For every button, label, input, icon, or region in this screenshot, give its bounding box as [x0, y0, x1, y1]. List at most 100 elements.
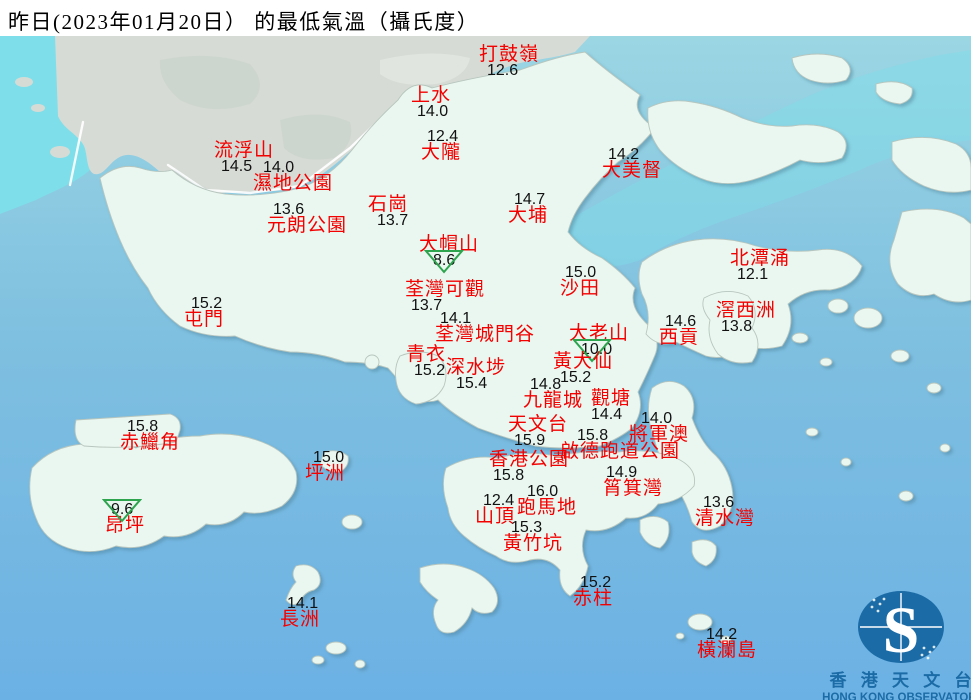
- station-value: 14.8: [530, 376, 562, 393]
- station-25: 香港公園 15.8: [489, 449, 570, 484]
- station-label: 屯門: [184, 309, 225, 330]
- station-11: 大帽山 8.6: [419, 235, 479, 274]
- station-value: 14.7: [514, 191, 546, 208]
- station-label: 大美督: [602, 160, 663, 181]
- station-label: 元朗公園: [267, 215, 348, 236]
- station-1: 上水 14.0: [411, 86, 451, 120]
- station-label: 橫瀾島: [697, 640, 758, 661]
- station-value: 12.4: [483, 492, 515, 509]
- station-label: 坪洲: [305, 463, 346, 484]
- station-label: 觀塘: [591, 388, 632, 409]
- station-value: 12.4: [427, 128, 459, 145]
- station-value: 12.1: [737, 266, 769, 283]
- station-12: 荃灣可觀 13.7: [405, 279, 486, 314]
- station-value: 15.0: [313, 449, 345, 466]
- station-value: 15.4: [456, 375, 488, 392]
- min-temp-triangle-icon: [424, 250, 464, 274]
- station-label: 天文台: [508, 414, 569, 435]
- station-label: 啟德跑道公園: [560, 441, 681, 462]
- station-label: 石崗: [368, 194, 409, 215]
- station-9: 北潭涌 12.1: [730, 248, 791, 283]
- station-8: 14.2 大美督: [602, 146, 663, 181]
- station-label: 流浮山: [214, 140, 275, 161]
- station-10: 15.0 沙田: [560, 264, 601, 299]
- station-13: 14.1 荃灣城門谷: [435, 310, 536, 345]
- station-label: 赤鱲角: [120, 432, 181, 453]
- station-label: 跑馬地: [517, 497, 578, 518]
- hko-logo-name-zh: 香 港 天 文 台: [829, 671, 971, 690]
- station-label: 荃灣可觀: [405, 279, 486, 300]
- station-label: 深水埗: [446, 357, 507, 378]
- station-label: 荃灣城門谷: [435, 324, 536, 345]
- station-value: 13.6: [703, 494, 735, 511]
- station-7: 14.7 大埔: [508, 191, 549, 226]
- station-label: 清水灣: [695, 508, 756, 529]
- station-value: 15.8: [493, 467, 525, 484]
- station-value: 13.8: [721, 318, 753, 335]
- station-37: 14.2 橫瀾島: [697, 627, 758, 661]
- station-label: 滘西洲: [716, 300, 777, 321]
- hko-logo-captions: 香 港 天 文 台 HONG KONG OBSERVATORY: [820, 588, 971, 700]
- station-value: 15.2: [191, 295, 223, 312]
- station-value: 14.1: [287, 595, 319, 612]
- station-label: 西貢: [659, 327, 700, 348]
- station-18: 14.8 九龍城: [523, 376, 584, 411]
- station-6: 石崗 13.7: [368, 194, 409, 229]
- station-36: 15.2 赤柱: [573, 574, 614, 609]
- station-value: 15.0: [565, 264, 597, 281]
- station-19: 觀塘 14.4: [591, 388, 632, 423]
- station-value: 15.8: [127, 418, 159, 435]
- station-value: 15.2: [580, 574, 612, 591]
- station-33: 15.0 坪洲: [305, 449, 346, 484]
- station-value: 14.4: [591, 406, 623, 423]
- station-value: 13.6: [273, 201, 305, 218]
- station-label: 青衣: [406, 344, 447, 365]
- station-21: 滘西洲 13.8: [716, 300, 777, 335]
- station-4: 14.0 濕地公園: [253, 159, 333, 194]
- station-value: 14.1: [440, 310, 472, 327]
- station-0: 打鼓嶺 12.6: [479, 44, 540, 79]
- station-label: 北潭涌: [730, 248, 791, 269]
- station-26: 14.9 筲箕灣: [603, 464, 664, 499]
- station-value: 16.0: [527, 483, 559, 500]
- station-label: 沙田: [560, 278, 601, 299]
- station-2: 12.4 大隴: [421, 128, 462, 163]
- station-30: 13.6 清水灣: [695, 494, 756, 529]
- station-31: 15.2 屯門: [184, 295, 225, 330]
- station-label: 香港公園: [489, 449, 570, 470]
- station-29: 15.3 黃竹坑: [503, 519, 564, 554]
- station-value: 14.2: [608, 146, 640, 163]
- station-14: 青衣 15.2: [406, 344, 447, 379]
- station-label: 長洲: [280, 609, 321, 630]
- station-label: 大埔: [508, 205, 549, 226]
- station-34: 9.6 昂坪: [102, 499, 145, 535]
- station-24: 15.8 啟德跑道公園: [560, 427, 681, 462]
- station-22: 天文台 15.9: [508, 414, 569, 449]
- station-value: 14.0: [263, 159, 295, 176]
- station-label: 黃大仙: [553, 351, 614, 372]
- station-5: 13.6 元朗公園: [267, 201, 348, 236]
- weather-map-screen: S 昨日(2023年01月20日） 的最低氣溫（攝氏度） 打鼓嶺 12.6 上水 14…: [0, 0, 971, 700]
- hko-logo-name-en: HONG KONG OBSERVATORY: [822, 692, 971, 700]
- station-27: 16.0 跑馬地: [517, 483, 578, 518]
- min-temp-triangle-icon: [102, 499, 142, 523]
- station-label: 筲箕灣: [603, 478, 664, 499]
- station-label: 打鼓嶺: [479, 44, 540, 65]
- station-label: 九龍城: [523, 390, 584, 411]
- station-label: 赤柱: [573, 588, 614, 609]
- station-value: 15.9: [514, 432, 546, 449]
- station-value: 15.8: [577, 427, 609, 444]
- station-15: 深水埗 15.4: [446, 357, 507, 392]
- station-value: 12.6: [487, 62, 519, 79]
- station-value: 15.2: [414, 362, 446, 379]
- station-32: 15.8 赤鱲角: [120, 418, 181, 453]
- station-value: 14.6: [665, 313, 697, 330]
- station-20: 14.6 西貢: [659, 313, 700, 348]
- station-value: 14.0: [417, 103, 449, 120]
- station-value: 15.3: [511, 519, 543, 536]
- station-label: 黃竹坑: [503, 533, 564, 554]
- station-value: 13.7: [377, 212, 409, 229]
- station-label: 大隴: [421, 142, 462, 163]
- station-35: 14.1 長洲: [280, 595, 321, 630]
- station-value: 14.9: [606, 464, 638, 481]
